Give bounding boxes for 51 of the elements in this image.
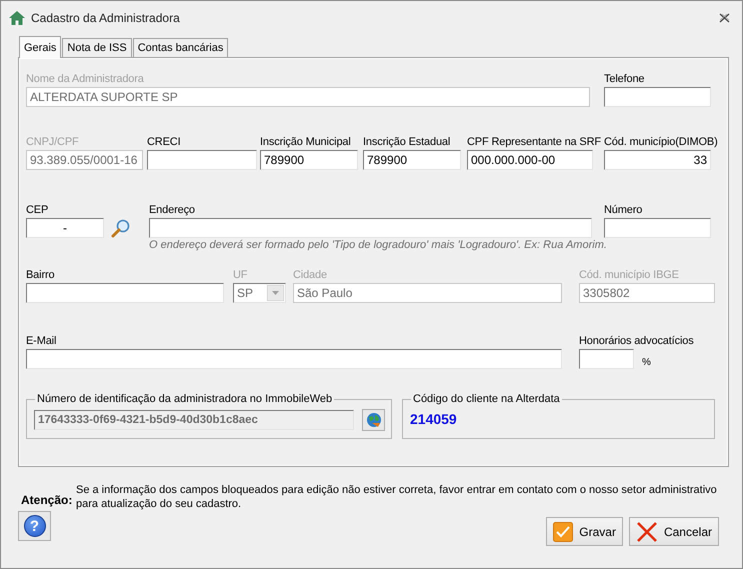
field-label: CPF Representante na SRF xyxy=(467,135,601,150)
cross-icon xyxy=(636,520,658,542)
field-label: Cód. município IBGE xyxy=(579,268,679,283)
input-field: 17643333-0f69-4321-b5d9-40d30b1c8aec xyxy=(34,410,354,430)
input-field[interactable]: 33 xyxy=(604,150,711,170)
input-field[interactable]: 789900 xyxy=(363,150,461,170)
globe-button[interactable] xyxy=(362,409,385,431)
notice-text: Se a informação dos campos bloqueados para edição não estiver correta, favor entrar em contato com o nosso setor administrativo para atualização do seu cadastro. xyxy=(76,483,718,511)
field-label: Honorários advocatícios xyxy=(579,334,694,349)
percent-sign: % xyxy=(642,356,651,368)
field-label: Inscrição Estadual xyxy=(363,135,450,150)
client-code: 214059 xyxy=(410,411,457,427)
field-label: E-Mail xyxy=(26,334,56,349)
field-label: CNPJ/CPF xyxy=(26,135,79,150)
field-label: Número xyxy=(604,203,642,218)
tab[interactable]: Contas bancárias xyxy=(132,38,228,57)
input-field[interactable] xyxy=(604,218,711,238)
field-label: Inscrição Municipal xyxy=(260,135,351,150)
field-label: Nome da Administradora xyxy=(26,72,144,87)
input-field[interactable]: 000.000.000-00 xyxy=(467,150,593,170)
field-label: Cidade xyxy=(293,268,327,283)
group-legend: Número de identificação da administradora no ImmobileWeb xyxy=(35,393,334,405)
tab[interactable]: Gerais xyxy=(19,36,62,58)
dropdown-arrow-icon xyxy=(267,285,284,301)
field-label: CRECI xyxy=(147,135,180,150)
house-icon xyxy=(9,11,25,25)
field-label: Endereço xyxy=(149,203,195,218)
window-title: Cadastro da Administradora xyxy=(31,11,181,25)
field-label: UF xyxy=(233,268,248,283)
cancel-button[interactable]: Cancelar xyxy=(628,517,719,546)
input-field[interactable] xyxy=(147,150,257,170)
input-field[interactable]: 789900 xyxy=(260,150,358,170)
input-field[interactable] xyxy=(579,349,634,369)
hint-text: O endereço deverá ser formado pelo 'Tipo de logradouro' mais 'Logradouro'. Ex: Rua Amorim. xyxy=(149,239,607,251)
search-icon[interactable] xyxy=(111,218,131,238)
group-legend: Código do cliente na Alterdata xyxy=(411,393,562,405)
field-label: Telefone xyxy=(604,72,644,87)
field-label: CEP xyxy=(26,203,48,218)
input-field[interactable] xyxy=(26,349,562,369)
input-field[interactable] xyxy=(149,218,592,238)
input-field[interactable] xyxy=(26,283,224,303)
notice-label: Atenção: xyxy=(21,493,72,507)
close-icon[interactable] xyxy=(719,13,730,23)
input-field[interactable]: - xyxy=(26,218,104,238)
globe-icon xyxy=(366,412,382,428)
field-label: Cód. município(DIMOB) xyxy=(604,135,718,150)
save-button[interactable]: Gravar xyxy=(546,517,623,546)
input-field[interactable] xyxy=(604,87,711,107)
field-label: Bairro xyxy=(26,268,54,283)
tab[interactable]: Nota de ISS xyxy=(62,38,132,57)
check-icon xyxy=(553,522,574,542)
